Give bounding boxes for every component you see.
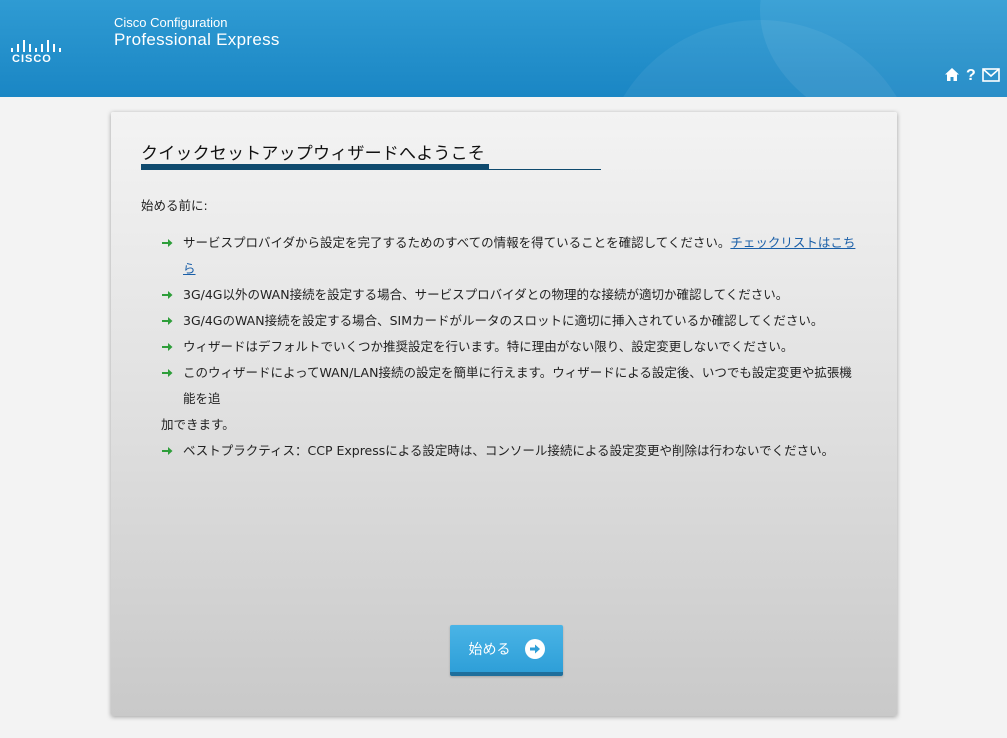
intro-text: 始める前に: bbox=[141, 198, 208, 213]
list-item: ベストプラクティス：CCP Expressによる設定時は、コンソール接続による設… bbox=[161, 438, 861, 464]
list-item-text-continued: 加できます。 bbox=[161, 417, 235, 432]
list-item-text: このウィザードによってWAN/LAN接続の設定を簡単に行えます。ウィザードによる… bbox=[183, 365, 852, 406]
list-item: ウィザードはデフォルトでいくつか推奨設定を行います。特に理由がない限り、設定変更… bbox=[161, 334, 861, 360]
green-arrow-icon bbox=[162, 239, 173, 247]
home-icon[interactable] bbox=[944, 67, 960, 86]
list-item: 3G/4G以外のWAN接続を設定する場合、サービスプロバイダとの物理的な接続が適… bbox=[161, 282, 861, 308]
product-name-line1: Cisco Configuration bbox=[114, 15, 228, 30]
checklist: サービスプロバイダから設定を完了するためのすべての情報を得ていることを確認してく… bbox=[161, 230, 861, 464]
green-arrow-icon bbox=[162, 317, 173, 325]
green-arrow-icon bbox=[162, 369, 173, 377]
list-item-text: サービスプロバイダから設定を完了するためのすべての情報を得ていることを確認してく… bbox=[183, 235, 731, 250]
green-arrow-icon bbox=[162, 447, 173, 455]
cisco-logo-bars-icon bbox=[9, 38, 61, 52]
wizard-panel: クイックセットアップウィザードへようこそ 始める前に: サービスプロバイダから設… bbox=[111, 112, 897, 716]
mail-icon[interactable] bbox=[981, 67, 1000, 86]
wizard-title: クイックセットアップウィザードへようこそ bbox=[141, 144, 485, 164]
start-button-label: 始める bbox=[468, 641, 511, 658]
start-button[interactable]: 始める bbox=[450, 625, 563, 676]
list-item: 3G/4GのWAN接続を設定する場合、SIMカードがルータのスロットに適切に挿入… bbox=[161, 308, 861, 334]
green-arrow-icon bbox=[162, 291, 173, 299]
title-underline bbox=[141, 164, 601, 170]
product-name-line2: Professional Express bbox=[114, 30, 280, 49]
green-arrow-icon bbox=[162, 343, 173, 351]
list-item-text: ベストプラクティス：CCP Expressによる設定時は、コンソール接続による設… bbox=[183, 443, 835, 458]
cisco-logo-text: CISCO bbox=[12, 53, 52, 65]
app-header: CISCO Cisco Configuration Professional E… bbox=[0, 0, 1007, 97]
list-item-text: 3G/4G以外のWAN接続を設定する場合、サービスプロバイダとの物理的な接続が適… bbox=[183, 287, 789, 302]
list-item-text: 3G/4GのWAN接続を設定する場合、SIMカードがルータのスロットに適切に挿入… bbox=[183, 313, 824, 328]
help-icon[interactable]: ? bbox=[966, 68, 976, 84]
list-item-text: ウィザードはデフォルトでいくつか推奨設定を行います。特に理由がない限り、設定変更… bbox=[183, 339, 794, 354]
cisco-logo: CISCO bbox=[9, 38, 61, 68]
arrow-right-circle-icon bbox=[524, 638, 545, 659]
header-toolbar: ? bbox=[944, 66, 1000, 86]
list-item: このウィザードによってWAN/LAN接続の設定を簡単に行えます。ウィザードによる… bbox=[161, 360, 861, 438]
list-item: サービスプロバイダから設定を完了するためのすべての情報を得ていることを確認してく… bbox=[161, 230, 861, 282]
